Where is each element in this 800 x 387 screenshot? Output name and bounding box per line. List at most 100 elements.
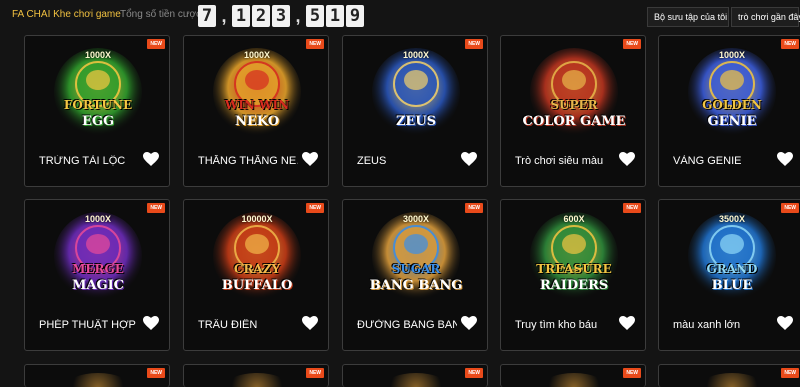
game-thumbnail[interactable] [224, 373, 290, 387]
game-thumbnail[interactable] [541, 373, 607, 387]
new-badge: NEW [465, 39, 483, 49]
game-thumbnail[interactable]: 1000X WIN WIN NEKO [204, 42, 310, 142]
multiplier-text: 10000X [241, 214, 273, 224]
game-logo-text: SUGAR [391, 262, 441, 276]
favorite-heart-icon[interactable] [143, 152, 159, 166]
game-card[interactable]: NEW [658, 364, 800, 387]
game-card[interactable]: 3000X SUGAR BANG BANG NEW ĐƯỜNG BANG BANG [342, 199, 488, 351]
game-logo-text: CRAZY [233, 262, 281, 276]
game-name: ZEUS [357, 155, 387, 167]
new-badge: NEW [623, 368, 641, 378]
multiplier-text: 600X [563, 214, 585, 224]
favorite-heart-icon[interactable] [461, 316, 477, 330]
counter-separator: , [295, 6, 301, 26]
game-logo-text: WIN WIN [224, 98, 290, 112]
new-badge: NEW [623, 39, 641, 49]
favorite-heart-icon[interactable] [619, 316, 635, 330]
multiplier-text: 3000X [402, 214, 430, 224]
game-thumbnail[interactable]: 10000X CRAZY BUFFALO [204, 206, 310, 306]
game-logo-text: SUPER [550, 98, 598, 112]
game-logo-text: MAGIC [71, 278, 124, 293]
game-logo-text: RAIDERS [539, 278, 609, 293]
counter-digit: 7 [198, 5, 216, 27]
game-logo-text: EGG [81, 114, 115, 129]
game-logo-text: BLUE [711, 278, 753, 293]
favorite-heart-icon[interactable] [302, 152, 318, 166]
favorite-heart-icon[interactable] [777, 152, 793, 166]
new-badge: NEW [623, 203, 641, 213]
counter-digit: 9 [346, 5, 364, 27]
counter-digit: 5 [306, 5, 324, 27]
new-badge: NEW [306, 368, 324, 378]
multiplier-text: 1000X [84, 214, 112, 224]
game-name: THẮNG THẮNG NE… [198, 155, 298, 167]
game-card[interactable]: 1000X FORTUNE EGG NEW TRỨNG TÀI LỘC [24, 35, 170, 187]
multiplier-text: 1000X [243, 50, 271, 60]
new-badge: NEW [147, 39, 165, 49]
jackpot-counter: 7,123,519 [198, 5, 364, 27]
game-card[interactable]: NEW [24, 364, 170, 387]
game-card[interactable]: SUPER COLOR GAME NEW Trò chơi siêu màu [500, 35, 646, 187]
game-name: Truy tìm kho báu [515, 319, 598, 331]
favorite-heart-icon[interactable] [143, 316, 159, 330]
counter-digit: 2 [252, 5, 270, 27]
game-card[interactable]: 3500X GRAND BLUE NEW màu xanh lớn [658, 199, 800, 351]
counter-digit: 1 [232, 5, 250, 27]
provider-title: FA CHAI Khe chơi game [12, 9, 121, 20]
favorite-heart-icon[interactable] [302, 316, 318, 330]
game-card[interactable]: 600X TREASURE RAIDERS NEW Truy tìm kho báu [500, 199, 646, 351]
total-bet-label: Tổng số tiền cược [120, 9, 202, 20]
game-thumbnail[interactable]: 1000X GOLDEN GENIE [679, 42, 785, 142]
multiplier-text: 3500X [718, 214, 746, 224]
game-thumbnail[interactable]: 1000X ZEUS [363, 42, 469, 142]
game-thumbnail[interactable]: 1000X MERGE MAGIC [45, 206, 151, 306]
favorite-heart-icon[interactable] [777, 316, 793, 330]
game-logo-text: MERGE [72, 262, 124, 276]
game-thumbnail[interactable]: 1000X FORTUNE EGG [45, 42, 151, 142]
my-collection-dropdown[interactable]: Bộ sưu tập của tôi ⇓ [647, 7, 737, 27]
game-card[interactable]: 1000X ZEUS NEW ZEUS [342, 35, 488, 187]
game-logo-text: FORTUNE [63, 98, 133, 112]
game-name: PHÉP THUẬT HỢP … [39, 319, 139, 331]
game-thumbnail[interactable] [65, 373, 131, 387]
game-name: TRỨNG TÀI LỘC [39, 155, 126, 167]
game-name: ĐƯỜNG BANG BANG [357, 319, 457, 331]
game-name: màu xanh lớn [673, 319, 741, 331]
game-logo-text: ZEUS [395, 114, 437, 129]
counter-digit: 3 [272, 5, 290, 27]
game-thumbnail[interactable]: 600X TREASURE RAIDERS [521, 206, 627, 306]
game-logo-text: COLOR GAME [522, 114, 626, 129]
new-badge: NEW [465, 203, 483, 213]
game-card[interactable]: NEW [183, 364, 329, 387]
game-card[interactable]: 10000X CRAZY BUFFALO NEW TRÂU ĐIÊN [183, 199, 329, 351]
game-thumbnail[interactable]: SUPER COLOR GAME [521, 42, 627, 142]
game-card[interactable]: 1000X GOLDEN GENIE NEW VÀNG GENIE [658, 35, 800, 187]
favorite-heart-icon[interactable] [619, 152, 635, 166]
game-thumbnail[interactable]: 3000X SUGAR BANG BANG [363, 206, 469, 306]
game-name: TRÂU ĐIÊN [198, 319, 258, 331]
game-logo-text: NEKO [234, 114, 280, 129]
game-thumbnail[interactable] [383, 373, 449, 387]
new-badge: NEW [781, 368, 799, 378]
counter-digit: 1 [326, 5, 344, 27]
game-thumbnail[interactable]: 3500X GRAND BLUE [679, 206, 785, 306]
game-logo-text: BUFFALO [221, 278, 293, 293]
new-badge: NEW [781, 39, 799, 49]
game-name: VÀNG GENIE [673, 155, 742, 167]
game-card[interactable]: 1000X WIN WIN NEKO NEW THẮNG THẮNG NE… [183, 35, 329, 187]
game-card[interactable]: 1000X MERGE MAGIC NEW PHÉP THUẬT HỢP … [24, 199, 170, 351]
top-bar: FA CHAI Khe chơi game Tổng số tiền cược … [0, 0, 800, 34]
new-badge: NEW [781, 203, 799, 213]
game-card[interactable]: NEW [500, 364, 646, 387]
recent-games-dropdown[interactable]: trò chơi gần đây [731, 7, 800, 27]
game-thumbnail[interactable] [699, 373, 765, 387]
multiplier-text: 1000X [402, 50, 430, 60]
game-card[interactable]: NEW [342, 364, 488, 387]
multiplier-text: 1000X [84, 50, 112, 60]
new-badge: NEW [306, 39, 324, 49]
game-logo-text: GENIE [707, 114, 757, 129]
game-logo-text: GRAND [706, 262, 758, 276]
favorite-heart-icon[interactable] [461, 152, 477, 166]
new-badge: NEW [147, 203, 165, 213]
multiplier-text: 1000X [718, 50, 746, 60]
